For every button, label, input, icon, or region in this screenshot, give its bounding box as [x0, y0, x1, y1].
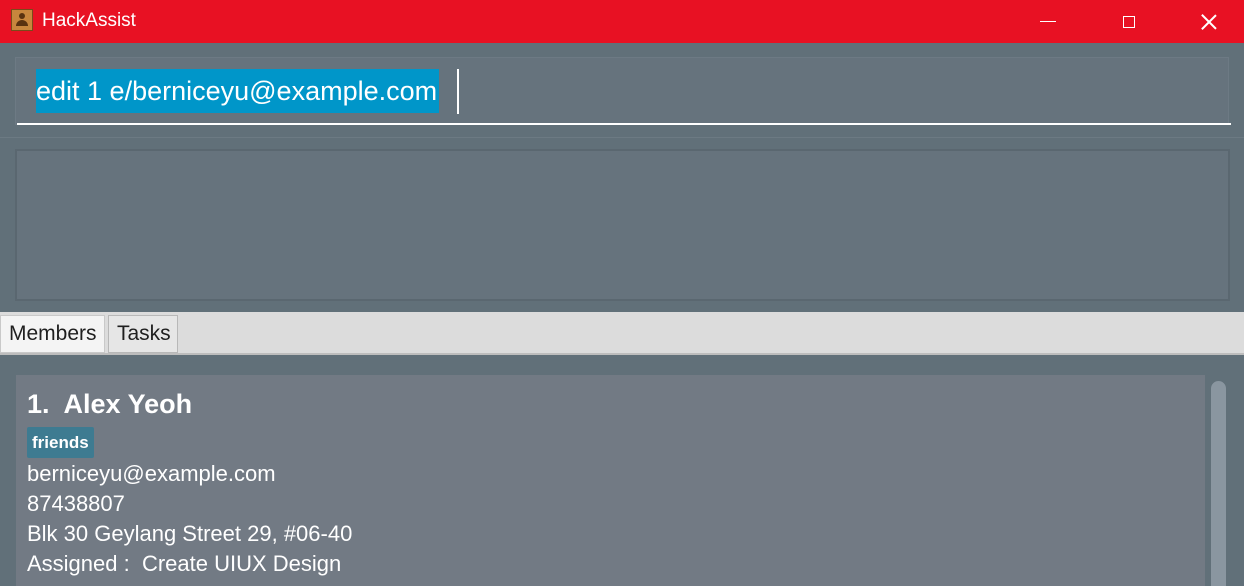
- window-title: HackAssist: [42, 10, 136, 31]
- app-window: HackAssist edit 1 e/berniceyu@example.co…: [0, 0, 1244, 586]
- command-input[interactable]: edit 1 e/berniceyu@example.com: [17, 67, 1231, 125]
- member-name: 1. Alex Yeoh: [27, 389, 193, 419]
- member-assigned-task: Assigned : Create UIUX Design: [27, 551, 342, 576]
- title-bar[interactable]: HackAssist: [0, 0, 1244, 43]
- close-button[interactable]: [1186, 0, 1232, 43]
- command-panel: edit 1 e/berniceyu@example.com: [0, 43, 1244, 138]
- maximize-icon: [1123, 15, 1135, 28]
- text-caret: [457, 69, 459, 114]
- minimize-icon: [1040, 21, 1056, 22]
- address-book-icon: [11, 9, 33, 31]
- tab-members[interactable]: Members: [0, 315, 105, 353]
- member-email: berniceyu@example.com: [27, 461, 276, 486]
- member-tag: friends: [27, 427, 94, 458]
- result-display: [15, 149, 1230, 301]
- tab-tasks[interactable]: Tasks: [108, 315, 178, 353]
- tab-bar: Members Tasks: [0, 312, 1244, 355]
- command-input-text: edit 1 e/berniceyu@example.com: [36, 69, 440, 113]
- member-list: 1. Alex Yeoh friends berniceyu@example.c…: [0, 355, 1244, 586]
- member-address: Blk 30 Geylang Street 29, #06-40: [27, 521, 353, 546]
- close-icon: [1201, 14, 1217, 30]
- member-phone: 87438807: [27, 491, 125, 516]
- list-scrollbar-thumb[interactable]: [1211, 381, 1226, 586]
- maximize-button[interactable]: [1106, 0, 1152, 43]
- minimize-button[interactable]: [1025, 0, 1071, 43]
